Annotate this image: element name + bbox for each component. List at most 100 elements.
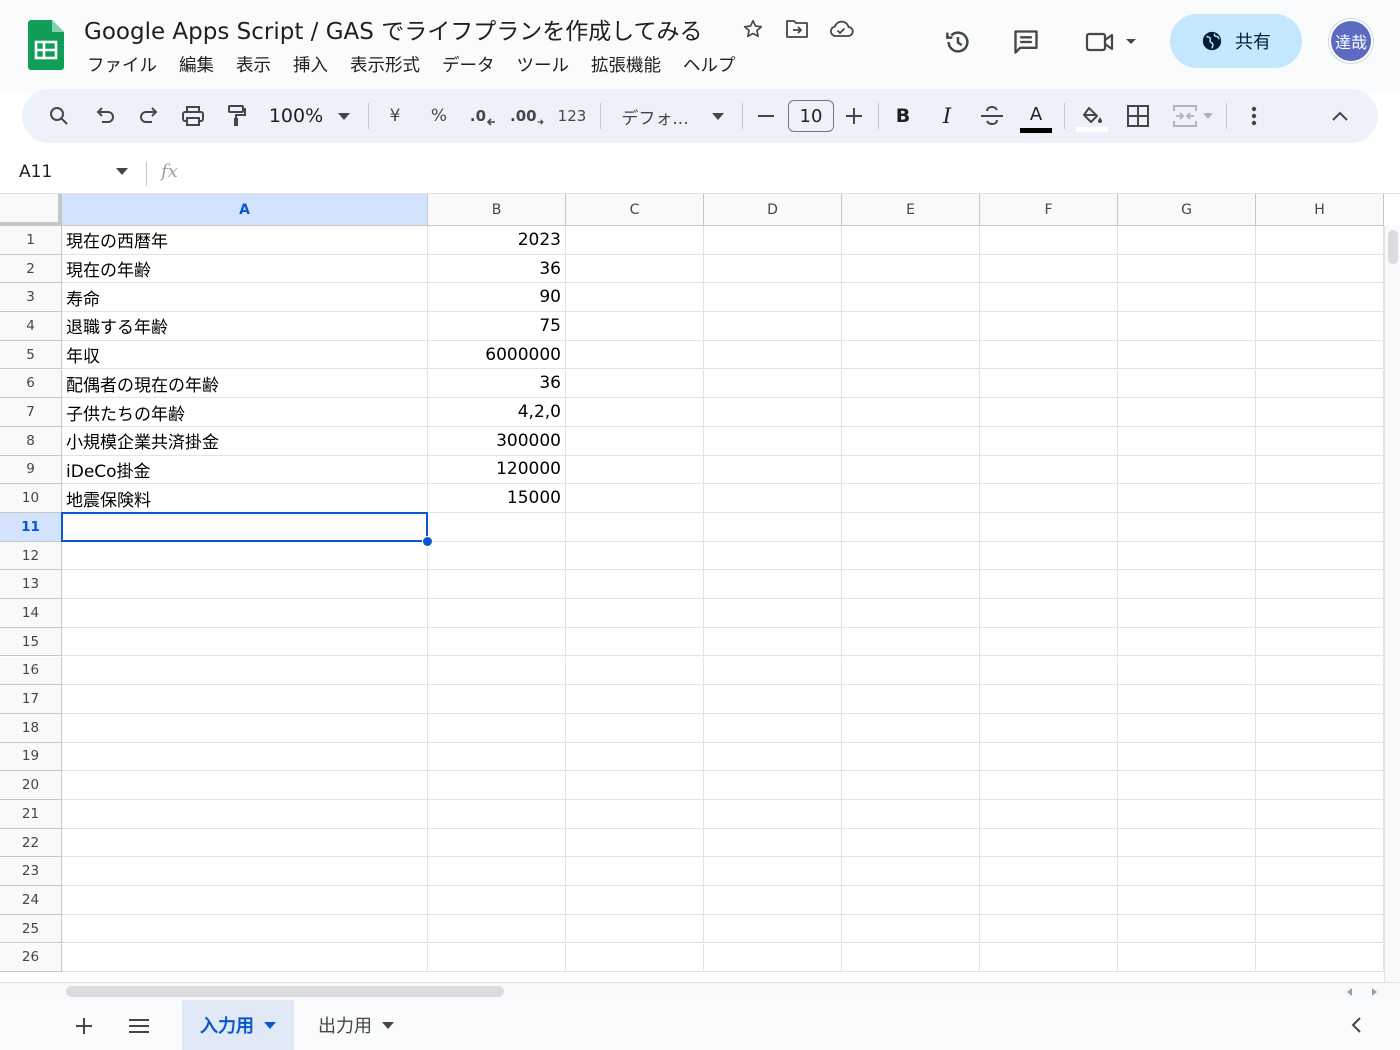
cell-f6[interactable]	[980, 369, 1118, 399]
cell-f11[interactable]	[980, 513, 1118, 542]
cell-b7[interactable]: 4,2,0	[428, 398, 566, 427]
cell-e14[interactable]	[842, 599, 980, 628]
fill-handle[interactable]	[422, 535, 433, 547]
cell-c25[interactable]	[566, 914, 704, 944]
cell-e22[interactable]	[842, 828, 980, 858]
chevron-left-icon[interactable]	[1350, 1016, 1362, 1034]
cell-h7[interactable]	[1256, 398, 1384, 427]
cell-d1[interactable]	[704, 226, 842, 255]
menu-data[interactable]: データ	[431, 50, 506, 79]
hide-menus-button[interactable]	[1326, 89, 1354, 143]
cell-b25[interactable]	[428, 914, 566, 944]
cell-e11[interactable]	[842, 513, 980, 542]
cell-f17[interactable]	[980, 685, 1118, 714]
spreadsheet-grid[interactable]: A B C D E F G H 1 現在の西暦年 2023 2 現在の年齢 36 3 寿命 90 4 退職する年齢 7…	[0, 194, 1400, 982]
cell-f21[interactable]	[980, 800, 1118, 829]
row-header-8[interactable]: 8	[0, 426, 62, 456]
cell-e1[interactable]	[842, 226, 980, 255]
cell-c2[interactable]	[566, 254, 704, 284]
row-header-7[interactable]: 7	[0, 398, 62, 427]
cell-e26[interactable]	[842, 943, 980, 973]
cell-d16[interactable]	[704, 656, 842, 686]
menu-insert[interactable]: 挿入	[282, 50, 339, 79]
cell-d12[interactable]	[704, 541, 842, 571]
font-dropdown-icon[interactable]	[710, 89, 726, 143]
cell-a17[interactable]	[62, 685, 428, 714]
cell-h9[interactable]	[1256, 455, 1384, 485]
menu-edit[interactable]: 編集	[168, 50, 225, 79]
fill-color-button[interactable]	[1076, 89, 1108, 143]
cell-c6[interactable]	[566, 369, 704, 399]
print-button[interactable]	[178, 89, 208, 143]
cell-g2[interactable]	[1118, 254, 1256, 284]
cell-d25[interactable]	[704, 914, 842, 944]
cell-d14[interactable]	[704, 599, 842, 628]
cell-c5[interactable]	[566, 340, 704, 370]
cell-c7[interactable]	[566, 398, 704, 427]
cell-h14[interactable]	[1256, 599, 1384, 628]
cell-b19[interactable]	[428, 742, 566, 772]
cell-a8[interactable]: 小規模企業共済掛金	[62, 426, 428, 456]
cell-c3[interactable]	[566, 283, 704, 313]
borders-button[interactable]	[1124, 89, 1152, 143]
cell-h8[interactable]	[1256, 426, 1384, 456]
document-title[interactable]: Google Apps Script / GAS でライフプランを作成してみる	[84, 12, 703, 46]
row-header-10[interactable]: 10	[0, 484, 62, 513]
cell-h15[interactable]	[1256, 627, 1384, 657]
cell-h19[interactable]	[1256, 742, 1384, 772]
font-family-select[interactable]: デフォ...	[618, 89, 692, 143]
cell-b23[interactable]	[428, 857, 566, 887]
cell-d26[interactable]	[704, 943, 842, 973]
name-box-dropdown-icon[interactable]	[116, 168, 128, 175]
cell-g4[interactable]	[1118, 312, 1256, 341]
cell-a11[interactable]	[62, 513, 428, 542]
cell-e8[interactable]	[842, 426, 980, 456]
merge-cells-button[interactable]	[1168, 89, 1218, 143]
cell-e23[interactable]	[842, 857, 980, 887]
cell-g18[interactable]	[1118, 713, 1256, 743]
cell-e15[interactable]	[842, 627, 980, 657]
column-header-d[interactable]: D	[704, 194, 842, 226]
cell-g3[interactable]	[1118, 283, 1256, 313]
cell-d20[interactable]	[704, 771, 842, 800]
cell-h1[interactable]	[1256, 226, 1384, 255]
cell-c16[interactable]	[566, 656, 704, 686]
cell-d5[interactable]	[704, 340, 842, 370]
column-header-f[interactable]: F	[980, 194, 1118, 226]
cell-g10[interactable]	[1118, 484, 1256, 513]
row-header-20[interactable]: 20	[0, 771, 62, 800]
cell-d2[interactable]	[704, 254, 842, 284]
scroll-left-icon[interactable]	[1346, 988, 1354, 996]
cell-d4[interactable]	[704, 312, 842, 341]
row-header-13[interactable]: 13	[0, 570, 62, 600]
cell-g23[interactable]	[1118, 857, 1256, 887]
row-header-2[interactable]: 2	[0, 254, 62, 284]
row-header-1[interactable]: 1	[0, 226, 62, 255]
cell-g14[interactable]	[1118, 599, 1256, 628]
increase-font-size-button[interactable]	[842, 89, 866, 143]
move-folder-icon[interactable]	[784, 16, 810, 42]
account-avatar[interactable]: 達哉	[1329, 19, 1373, 63]
row-header-4[interactable]: 4	[0, 312, 62, 341]
decrease-font-size-button[interactable]	[754, 89, 778, 143]
undo-button[interactable]	[90, 89, 120, 143]
decrease-decimal-button[interactable]: .0	[468, 89, 498, 143]
cell-a14[interactable]	[62, 599, 428, 628]
row-header-5[interactable]: 5	[0, 340, 62, 370]
cell-e21[interactable]	[842, 800, 980, 829]
cell-e5[interactable]	[842, 340, 980, 370]
cell-e17[interactable]	[842, 685, 980, 714]
row-header-14[interactable]: 14	[0, 599, 62, 628]
percent-format-button[interactable]: %	[426, 89, 452, 143]
cell-d15[interactable]	[704, 627, 842, 657]
cell-f7[interactable]	[980, 398, 1118, 427]
cell-a12[interactable]	[62, 541, 428, 571]
menu-extensions[interactable]: 拡張機能	[580, 50, 672, 79]
cell-d22[interactable]	[704, 828, 842, 858]
cell-b6[interactable]: 36	[428, 369, 566, 399]
cell-g21[interactable]	[1118, 800, 1256, 829]
cell-c13[interactable]	[566, 570, 704, 600]
cell-e4[interactable]	[842, 312, 980, 341]
cell-f2[interactable]	[980, 254, 1118, 284]
comments-button[interactable]	[1004, 22, 1048, 62]
